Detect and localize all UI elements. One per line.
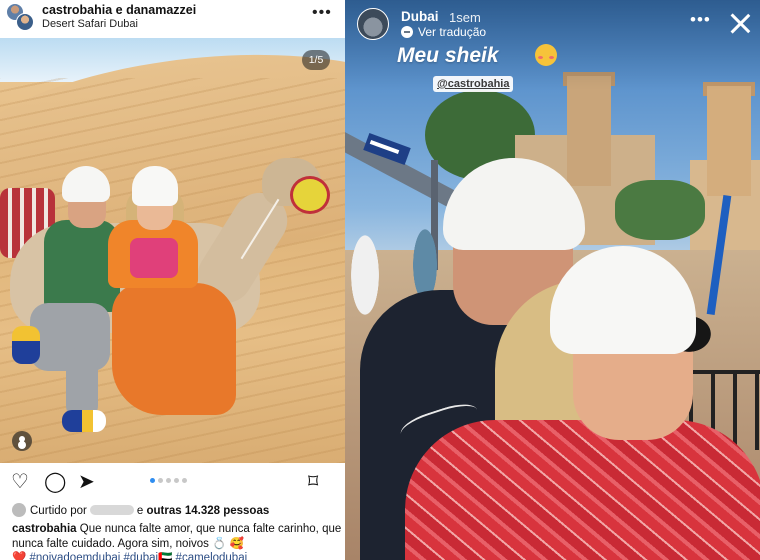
post-photo[interactable]: 1/5 xyxy=(0,38,345,463)
carousel-counter: 1/5 xyxy=(302,50,330,70)
carousel-dot xyxy=(182,478,187,483)
story-account-name[interactable]: Dubai xyxy=(401,9,439,24)
carousel-dot-active xyxy=(150,478,155,483)
woman-turban xyxy=(132,166,178,206)
carousel-dot xyxy=(158,478,163,483)
story-timestamp: 1sem xyxy=(449,10,481,25)
post-location[interactable]: Desert Safari Dubai xyxy=(42,18,138,30)
camel-muzzle xyxy=(290,176,330,214)
share-icon[interactable]: ➤ xyxy=(78,469,95,494)
wind-tower xyxy=(707,86,751,196)
wind-tower xyxy=(567,76,611,186)
bookmark-icon[interactable]: ⌑ xyxy=(308,469,318,494)
carousel-dots xyxy=(150,478,190,484)
post-usernames[interactable]: castrobahia e danamazzei xyxy=(42,3,196,17)
post-header: castrobahia e danamazzei Desert Safari D… xyxy=(0,0,345,38)
translate-link[interactable]: Ver tradução xyxy=(418,25,486,39)
likes-and: e xyxy=(136,505,144,517)
mention-sticker[interactable]: @castrobahia xyxy=(433,76,514,92)
close-icon[interactable] xyxy=(729,12,751,34)
story-viewer[interactable]: Dubai 1sem Ver tradução ••• Meu sheik @c… xyxy=(345,0,760,560)
woman-bodice xyxy=(130,238,178,278)
man-sneaker xyxy=(12,326,40,364)
avatar[interactable] xyxy=(357,8,389,40)
trees xyxy=(615,180,705,240)
more-horizontal-icon[interactable]: ••• xyxy=(312,4,332,22)
tagged-people-icon[interactable] xyxy=(12,431,32,451)
story-text-sticker: Meu sheik xyxy=(397,44,499,67)
avatar xyxy=(16,13,34,31)
man-leg xyxy=(66,348,98,418)
carousel-dot xyxy=(166,478,171,483)
heart-icon[interactable]: ♡ xyxy=(11,469,29,494)
likes-others-count[interactable]: outras 14.328 pessoas xyxy=(147,505,270,517)
post-avatars[interactable] xyxy=(6,3,36,33)
post-hashtags[interactable]: ❤️ #noivadoemdubai #dubai🇦🇪 #camelodubai xyxy=(12,550,342,560)
man-sneaker xyxy=(62,410,106,432)
more-horizontal-icon[interactable]: ••• xyxy=(690,10,711,30)
woman-dress xyxy=(405,420,760,560)
translate-icon[interactable] xyxy=(401,26,413,38)
carousel-dot xyxy=(174,478,179,483)
smiling-face-with-hearts-icon xyxy=(535,44,557,66)
post-actions: ♡ ◯ ➤ ⌑ xyxy=(0,463,345,501)
comment-icon[interactable]: ◯ xyxy=(44,469,66,494)
likes-summary[interactable]: Curtido por e outras 14.328 pessoas xyxy=(12,503,342,517)
woman-skirt xyxy=(112,283,236,415)
post-caption: castrobahia Que nunca falte amor, que nu… xyxy=(12,522,342,551)
likes-prefix: Curtido por xyxy=(30,505,87,517)
instagram-post: castrobahia e danamazzei Desert Safari D… xyxy=(0,0,345,560)
caption-username[interactable]: castrobahia xyxy=(12,523,77,535)
liker-avatar xyxy=(12,503,26,517)
liker-name-redacted xyxy=(89,505,134,515)
